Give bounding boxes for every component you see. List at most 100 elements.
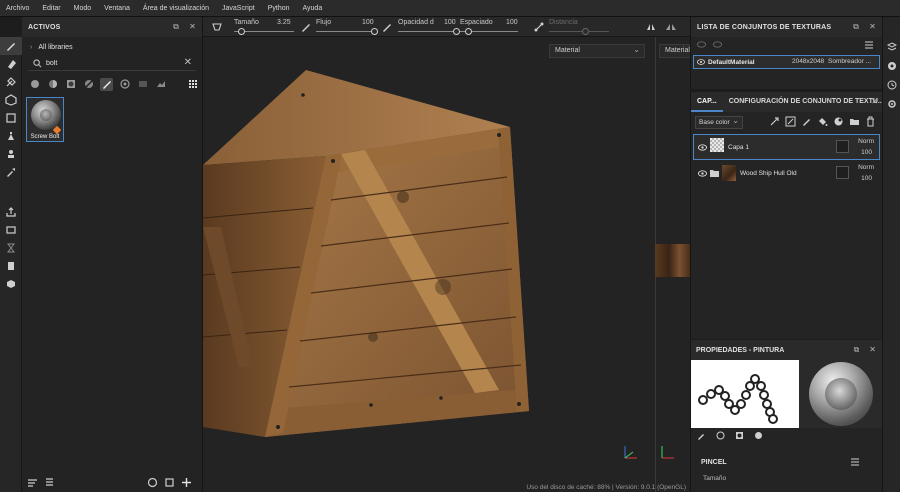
- layer-row[interactable]: Wood Ship Hull Old Norm 100: [693, 160, 880, 186]
- menu-python[interactable]: Python: [268, 5, 290, 12]
- eye-icon[interactable]: [713, 41, 722, 48]
- brush-settings-icon[interactable]: [697, 431, 706, 440]
- add-folder-icon[interactable]: [849, 116, 860, 127]
- filter-particles[interactable]: [118, 78, 131, 91]
- channel-select[interactable]: Base color: [695, 115, 743, 129]
- float-icon[interactable]: ⧉: [173, 22, 179, 32]
- visibility-eye-icon[interactable]: [698, 144, 707, 151]
- color-picker-tool[interactable]: [0, 163, 22, 181]
- smudge-tool[interactable]: [0, 109, 22, 127]
- polygon-fill-tool[interactable]: [0, 91, 22, 109]
- viewport-mode-select[interactable]: Material ⌄: [549, 44, 645, 58]
- shader-settings-toggle[interactable]: [883, 94, 900, 113]
- crate-3d-model[interactable]: [203, 37, 690, 492]
- display-settings-toggle[interactable]: [883, 56, 900, 75]
- uv-view-mode-select[interactable]: Material: [659, 44, 690, 58]
- layer-mask-slot[interactable]: [836, 140, 849, 153]
- menu-editar[interactable]: Editar: [42, 5, 60, 12]
- section-menu-icon[interactable]: [850, 457, 860, 466]
- filter-materials[interactable]: [28, 78, 41, 91]
- layer-opacity[interactable]: 100: [861, 175, 872, 182]
- search-input[interactable]: [46, 58, 176, 69]
- clear-search-icon[interactable]: ✕: [184, 57, 192, 68]
- opacity-slider-knob[interactable]: [452, 28, 460, 35]
- generator-icon: [84, 80, 93, 88]
- add-mask-icon[interactable]: [785, 116, 796, 127]
- viewport[interactable]: Material ⌄ Material Uso del disco de cac…: [203, 37, 690, 492]
- lazy-mouse-icon[interactable]: [533, 21, 545, 33]
- mirror-icon[interactable]: [665, 21, 677, 33]
- stamp-tool[interactable]: [0, 145, 22, 163]
- bucket-tool[interactable]: [0, 239, 22, 257]
- geometry-mask-tool[interactable]: [0, 221, 22, 239]
- add-paint-layer-icon[interactable]: [801, 116, 812, 127]
- import-icon[interactable]: [164, 477, 175, 488]
- close-icon[interactable]: ✕: [189, 22, 196, 32]
- material-icon[interactable]: [754, 431, 763, 440]
- filter-environments[interactable]: [154, 78, 167, 91]
- spacing-slider-knob[interactable]: [465, 28, 473, 35]
- refresh-icon[interactable]: [147, 477, 158, 488]
- paint-brush-tool[interactable]: [0, 37, 22, 55]
- visibility-eye-icon[interactable]: [698, 170, 707, 177]
- visibility-eye-icon[interactable]: [697, 59, 705, 65]
- add-effect-icon[interactable]: [769, 116, 780, 127]
- float-icon[interactable]: ⧉: [853, 22, 859, 32]
- filter-masks[interactable]: [64, 78, 77, 91]
- tab-layers[interactable]: CAP...: [691, 92, 723, 112]
- close-icon[interactable]: ✕: [871, 97, 878, 106]
- flow-slider-knob[interactable]: [370, 28, 378, 35]
- menu-modo[interactable]: Modo: [74, 5, 92, 12]
- menu-ventana[interactable]: Ventana: [104, 5, 130, 12]
- size-slider-knob[interactable]: [237, 28, 245, 35]
- float-icon[interactable]: ⧉: [854, 345, 860, 355]
- close-icon[interactable]: ✕: [869, 22, 876, 32]
- pen-pressure-icon[interactable]: [300, 21, 312, 33]
- layer-opacity[interactable]: 100: [861, 149, 872, 156]
- sort-icon[interactable]: [44, 477, 55, 488]
- layer-blend-mode[interactable]: Norm: [858, 164, 874, 171]
- projection-tool[interactable]: [0, 73, 22, 91]
- eye-icon[interactable]: [697, 41, 706, 48]
- layers-tabs: CAP... CONFIGURACIÓN DE CONJUNTO DE TEXT…: [691, 92, 884, 112]
- bake-tool[interactable]: [0, 203, 22, 221]
- brush-preset-icon[interactable]: [211, 21, 223, 33]
- layer-row[interactable]: Capa 1 Norm 100: [693, 134, 880, 160]
- tab-texture-set-settings[interactable]: CONFIGURACIÓN DE CONJUNTO DE TEXTU...: [723, 92, 890, 112]
- symmetry-icon[interactable]: [645, 21, 657, 33]
- menu-archivo[interactable]: Archivo: [6, 5, 29, 12]
- opacity-slider[interactable]: [398, 31, 456, 32]
- add-icon[interactable]: [181, 477, 192, 488]
- eraser-tool[interactable]: [0, 55, 22, 73]
- close-icon[interactable]: ✕: [869, 345, 876, 355]
- delete-layer-icon[interactable]: [865, 116, 876, 127]
- add-smart-material-icon[interactable]: [833, 116, 844, 127]
- flow-slider[interactable]: [316, 31, 374, 32]
- alpha-icon[interactable]: [716, 431, 725, 440]
- distance-slider-knob: [581, 28, 589, 35]
- clone-tool[interactable]: [0, 127, 22, 145]
- menu-javascript[interactable]: JavaScript: [222, 5, 255, 12]
- filter-generators[interactable]: [82, 78, 95, 91]
- filter-textures[interactable]: [136, 78, 149, 91]
- history-toggle[interactable]: [883, 75, 900, 94]
- view-grid-toggle[interactable]: [186, 78, 199, 91]
- menu-icon[interactable]: [864, 40, 874, 49]
- display-settings-tool[interactable]: [0, 257, 22, 275]
- pen-pressure-icon[interactable]: [381, 21, 393, 33]
- stencil-icon[interactable]: [735, 431, 744, 440]
- add-fill-layer-icon[interactable]: [817, 116, 828, 127]
- menu-area-visualizacion[interactable]: Área de visualización: [143, 5, 209, 12]
- texture-set-row[interactable]: DefaultMaterial 2048x2048 Sombreador ...: [693, 55, 880, 69]
- filter-smart-materials[interactable]: [46, 78, 59, 91]
- texture-set-list-toggle[interactable]: [883, 37, 900, 56]
- layer-blend-mode[interactable]: Norm: [858, 138, 874, 145]
- library-selector[interactable]: › All libraries: [22, 37, 202, 57]
- layer-mask-slot[interactable]: [836, 166, 849, 179]
- brush-section-header[interactable]: PINCEL: [691, 452, 882, 472]
- library-tool[interactable]: [0, 275, 22, 293]
- menu-ayuda[interactable]: Ayuda: [303, 5, 323, 12]
- asset-item-screw-bolt[interactable]: Screw Bolt: [26, 97, 64, 142]
- filter-brushes[interactable]: [100, 77, 113, 91]
- filter-list-icon[interactable]: [27, 477, 38, 488]
